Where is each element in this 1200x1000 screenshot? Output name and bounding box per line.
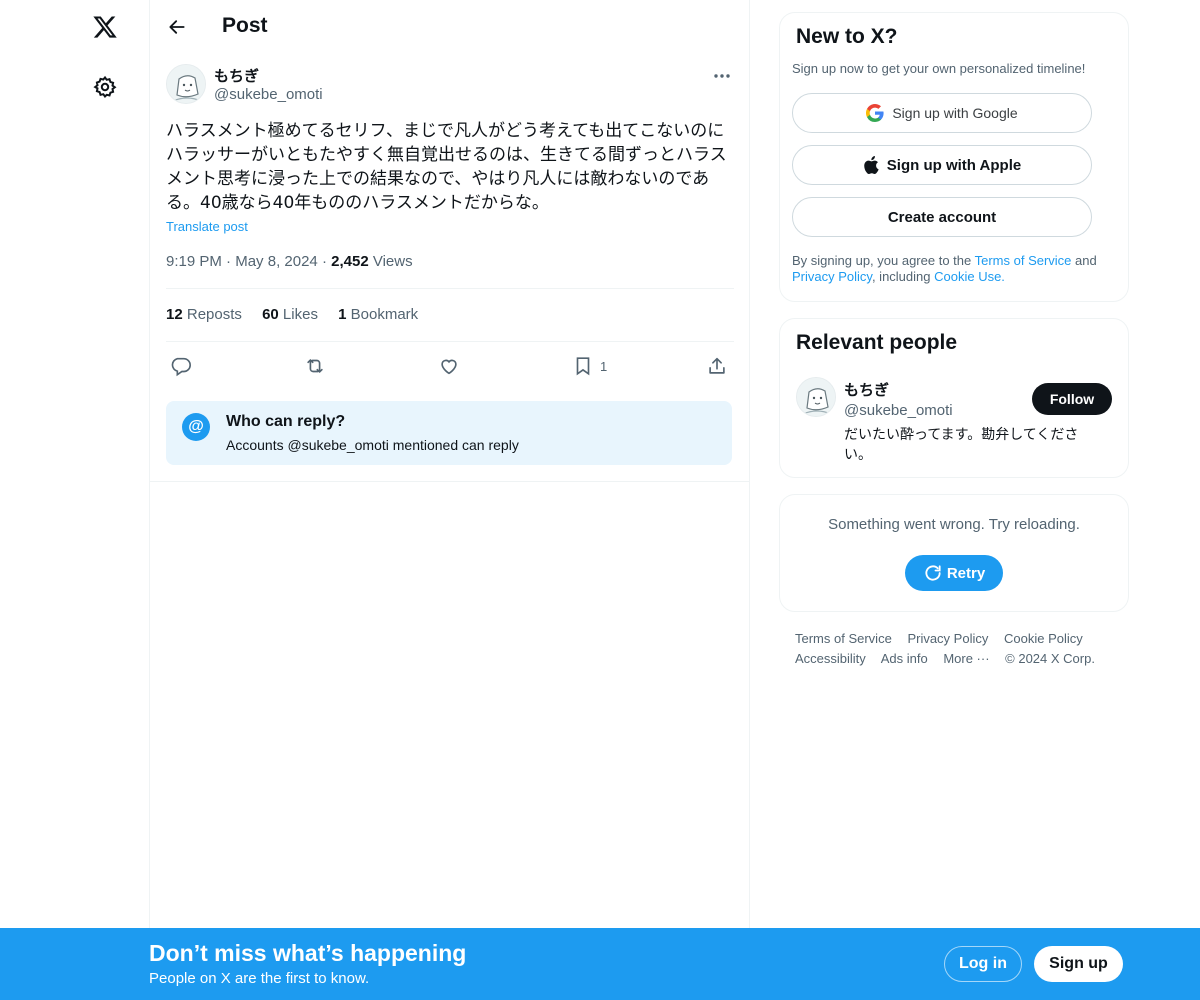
who-can-reply-subtitle: Accounts @sukebe_omoti mentioned can rep… [226,437,519,453]
error-message: Something went wrong. Try reloading. [828,516,1080,533]
apple-icon [864,156,879,174]
footer-privacy-link[interactable]: Privacy Policy [907,631,988,646]
post-stats: 12 Reposts 60 Likes 1 Bookmark [166,306,434,323]
create-account-button[interactable]: Create account [792,197,1092,237]
footer-more-link[interactable]: More ··· [943,651,989,666]
who-can-reply-box: @ Who can reply? Accounts @sukebe_omoti … [166,401,732,465]
post-meta: 9:19 PM · May 8, 2024 · 2,452 Views [166,253,413,270]
post-author: もちぎ @sukebe_omoti [166,64,734,108]
avatar[interactable] [166,64,206,104]
bookmarks-count: 1 [338,306,347,323]
meta-separator: · [321,253,332,270]
mention-icon: @ [182,413,210,441]
meta-separator: · [226,253,236,270]
author-name[interactable]: もちぎ [214,65,259,86]
login-button[interactable]: Log in [944,946,1022,982]
back-button[interactable] [162,12,192,42]
signup-card-subtitle: Sign up now to get your own personalized… [792,61,1086,76]
repost-icon[interactable] [303,350,327,382]
likes-label: Likes [282,306,318,323]
reposts-count: 12 [166,306,183,323]
x-logo-icon[interactable] [89,11,121,43]
who-can-reply-title: Who can reply? [226,413,346,430]
error-card: Something went wrong. Try reloading. Ret… [779,494,1129,612]
legal-including: , including [871,269,935,284]
left-nav [0,0,150,1000]
main-column: Post もちぎ @sukebe_omoti ハラスメント極めてるセリフ、まじで… [149,0,750,1000]
post-header: Post [150,0,749,53]
relevant-person-name[interactable]: もちぎ [844,379,889,400]
like-icon[interactable] [438,350,460,382]
legal-prefix: By signing up, you agree to the [792,253,975,268]
bookmark-button[interactable]: 1 [572,350,607,382]
share-icon[interactable] [706,350,728,382]
views-label: Views [372,253,413,270]
footer-links: Terms of Service Privacy Policy Cookie P… [795,629,1125,669]
footer-copyright: © 2024 X Corp. [1005,651,1095,666]
author-handle[interactable]: @sukebe_omoti [214,86,323,103]
page-title: Post [222,14,268,37]
signup-apple-label: Sign up with Apple [886,156,1022,174]
reposts-stat[interactable]: 12 Reposts [166,306,242,323]
bookmarks-label: Bookmark [350,306,419,323]
terms-link[interactable]: Terms of Service [975,253,1072,268]
signup-card: New to X? Sign up now to get your own pe… [779,12,1129,302]
relevant-person-bio: だいたい酔ってます。勘弁してください。 [844,427,1079,463]
relevant-person-handle[interactable]: @sukebe_omoti [844,402,953,419]
privacy-link[interactable]: Privacy Policy [792,269,872,284]
bookmark-icon [576,357,590,376]
banner-title: Don’t miss what’s happening [149,940,467,966]
retry-icon [925,565,941,581]
footer-terms-link[interactable]: Terms of Service [795,631,892,646]
more-icon[interactable] [710,66,734,86]
bookmark-action-count: 1 [600,358,608,374]
signup-google-label: Sign up with Google [892,105,1018,121]
footer-cookie-link[interactable]: Cookie Policy [1004,631,1083,646]
footer-ads-link[interactable]: Ads info [881,651,928,666]
login-banner: Don’t miss what’s happening People on X … [0,928,1200,1000]
cookie-use-link[interactable]: Cookie Use. [934,269,1005,284]
gear-icon[interactable] [91,73,119,101]
retry-button[interactable]: Retry [905,555,1003,591]
post-actions: 1 [166,350,734,382]
banner-subtitle: People on X are the first to know. [149,970,370,987]
views-count: 2,452 [331,253,369,270]
bookmarks-stat[interactable]: 1 Bookmark [338,306,418,323]
post-text: ハラスメント極めてるセリフ、まじで凡人がどう考えても出てこないのにハラッサーがい… [166,121,727,213]
follow-button[interactable]: Follow [1032,383,1112,415]
signup-apple-button[interactable]: Sign up with Apple [792,145,1092,185]
back-arrow-icon [169,20,185,34]
likes-count: 60 [262,306,279,323]
signup-google-button[interactable]: Sign up with Google [792,93,1092,133]
signup-card-title: New to X? [796,25,898,48]
divider [166,341,734,342]
retry-label: Retry [946,564,986,582]
post-date[interactable]: May 8, 2024 [235,253,318,270]
divider [166,288,734,289]
likes-stat[interactable]: 60 Likes [262,306,318,323]
google-icon [866,104,884,122]
divider [150,481,749,482]
signup-button[interactable]: Sign up [1034,946,1123,982]
post-time[interactable]: 9:19 PM [166,253,222,270]
signup-legal-text: By signing up, you agree to the Terms of… [792,253,1112,285]
translate-post-link[interactable]: Translate post [166,219,248,234]
reply-icon[interactable] [170,350,192,382]
footer-accessibility-link[interactable]: Accessibility [795,651,866,666]
relevant-people-title: Relevant people [796,331,958,354]
reposts-label: Reposts [186,306,242,323]
relevant-people-card: Relevant people もちぎ @sukebe_omoti だいたい酔っ… [779,318,1129,478]
legal-and: and [1071,253,1097,268]
avatar[interactable] [796,377,836,417]
